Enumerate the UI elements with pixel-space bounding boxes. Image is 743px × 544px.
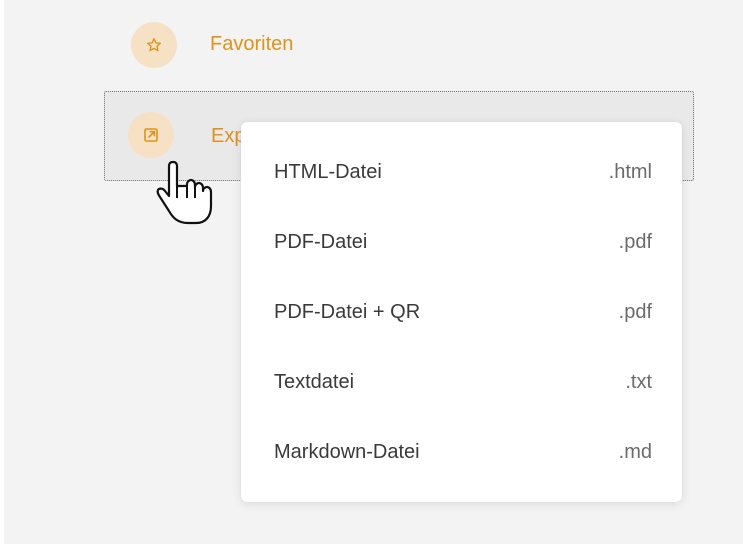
menu-item-pdf[interactable]: PDF-Datei .pdf [241, 207, 682, 277]
external-link-icon-glyph [144, 128, 158, 142]
menu-item-extension: .html [608, 160, 652, 183]
menu-item-label: Markdown-Datei [274, 440, 420, 463]
menu-item-label: Textdatei [274, 370, 355, 393]
menu-item-label: PDF-Datei + QR [274, 300, 421, 323]
external-link-icon [128, 112, 174, 158]
app-canvas: Favoriten Exportieren HTML-Datei .html P… [0, 0, 743, 544]
menu-item-html[interactable]: HTML-Datei .html [241, 137, 682, 207]
hand-pointer-cursor-icon [156, 160, 213, 225]
export-format-menu: HTML-Datei .html PDF-Datei .pdf PDF-Date… [241, 122, 682, 502]
menu-item-label: HTML-Datei [274, 160, 382, 183]
menu-item-label: PDF-Datei [274, 230, 368, 253]
menu-item-extension: .md [618, 440, 652, 463]
menu-item-text[interactable]: Textdatei .txt [241, 347, 682, 417]
nav-item-favorites-label: Favoriten [210, 33, 294, 55]
window-edge [0, 0, 4, 544]
menu-item-markdown[interactable]: Markdown-Datei .md [241, 417, 682, 487]
menu-item-extension: .pdf [618, 230, 652, 253]
star-icon-glyph [146, 38, 162, 52]
menu-item-pdf-qr[interactable]: PDF-Datei + QR .pdf [241, 277, 682, 347]
star-icon [131, 22, 177, 68]
menu-item-extension: .pdf [618, 300, 652, 323]
nav-item-favorites[interactable]: Favoriten [104, 20, 694, 70]
menu-item-extension: .txt [625, 370, 652, 393]
